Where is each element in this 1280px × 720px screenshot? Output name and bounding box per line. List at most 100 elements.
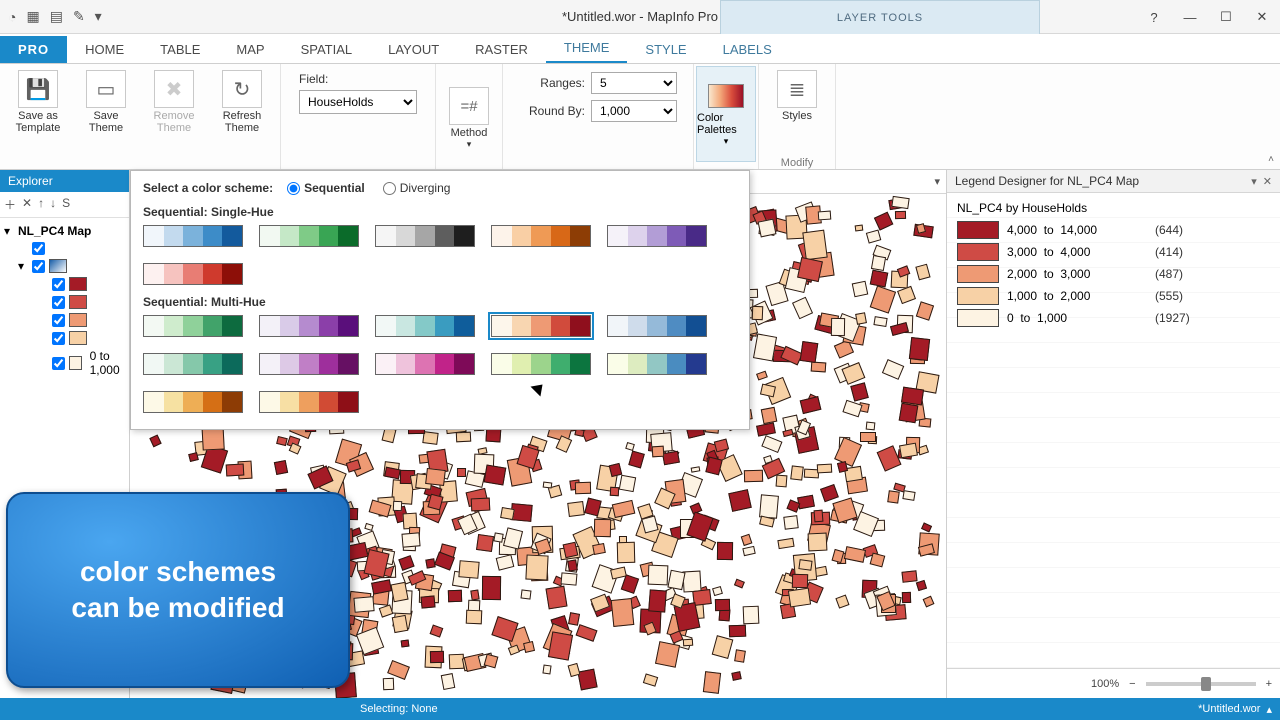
color-scheme-swatch[interactable] bbox=[607, 225, 707, 247]
up-icon[interactable]: ↑ bbox=[38, 196, 44, 213]
color-scheme-swatch[interactable] bbox=[259, 315, 359, 337]
legend-row[interactable]: 0 to 1,000 (1927) bbox=[957, 309, 1270, 327]
radio-diverging[interactable]: Diverging bbox=[383, 181, 451, 195]
close-icon[interactable]: ✕ bbox=[1244, 0, 1280, 34]
color-scheme-swatch[interactable] bbox=[607, 353, 707, 375]
color-scheme-swatch[interactable] bbox=[143, 263, 243, 285]
legend-subtitle: NL_PC4 by HouseHolds bbox=[957, 201, 1270, 215]
color-scheme-swatch[interactable] bbox=[259, 353, 359, 375]
explorer-title: Explorer bbox=[0, 170, 129, 192]
legend-row[interactable]: 2,000 to 3,000 (487) bbox=[957, 265, 1270, 283]
color-scheme-swatch[interactable] bbox=[143, 225, 243, 247]
roundby-label: Round By: bbox=[519, 104, 585, 118]
legend-swatch bbox=[957, 221, 999, 239]
color-scheme-swatch[interactable] bbox=[143, 353, 243, 375]
tree-class-node[interactable] bbox=[4, 275, 125, 293]
refresh-theme-button[interactable]: ↻Refresh Theme bbox=[212, 68, 272, 134]
status-menu-icon[interactable]: ▴ bbox=[1266, 703, 1272, 716]
qat-icon[interactable]: ▤ bbox=[50, 8, 63, 25]
tab-pro[interactable]: PRO bbox=[0, 36, 67, 63]
palette-preview-icon bbox=[708, 84, 744, 108]
color-scheme-swatch[interactable] bbox=[375, 225, 475, 247]
map-dropdown-icon[interactable]: ▾ bbox=[934, 175, 940, 188]
help-icon[interactable]: ? bbox=[1136, 0, 1172, 34]
layer-visibility-checkbox[interactable] bbox=[32, 260, 45, 273]
tab-table[interactable]: TABLE bbox=[142, 36, 218, 63]
tab-home[interactable]: HOME bbox=[67, 36, 142, 63]
status-doc: *Untitled.wor bbox=[1198, 703, 1260, 715]
legend-close-icon[interactable]: ✕ bbox=[1263, 175, 1272, 188]
zoom-slider[interactable] bbox=[1146, 682, 1256, 686]
legend-row[interactable]: 1,000 to 2,000 (555) bbox=[957, 287, 1270, 305]
tutorial-callout: color schemescan be modified bbox=[6, 492, 350, 688]
color-scheme-swatch[interactable] bbox=[491, 315, 591, 337]
tab-layout[interactable]: LAYOUT bbox=[370, 36, 457, 63]
legend-row[interactable]: 4,000 to 14,000 (644) bbox=[957, 221, 1270, 239]
tab-theme[interactable]: THEME bbox=[546, 34, 628, 63]
down-icon[interactable]: ↓ bbox=[50, 196, 56, 213]
tree-class-node[interactable]: 0 to 1,000 bbox=[4, 347, 125, 379]
legend-menu-icon[interactable]: ▾ bbox=[1251, 175, 1257, 188]
remove-icon[interactable]: ✕ bbox=[22, 196, 32, 213]
window-title: *Untitled.wor - MapInfo Pro bbox=[562, 9, 718, 24]
color-scheme-swatch[interactable] bbox=[491, 225, 591, 247]
tree-class-node[interactable] bbox=[4, 293, 125, 311]
color-scheme-popup: Select a color scheme: Sequential Diverg… bbox=[130, 170, 750, 430]
tree-layer-node[interactable] bbox=[4, 240, 125, 257]
legend-swatch bbox=[957, 265, 999, 283]
color-scheme-swatch[interactable] bbox=[375, 353, 475, 375]
legend-swatch bbox=[957, 309, 999, 327]
tree-theme-node[interactable]: ▾ bbox=[4, 257, 125, 275]
method-button[interactable]: =# Method ▾ bbox=[444, 85, 494, 150]
styles-button[interactable]: ≣Styles bbox=[767, 68, 827, 122]
tab-spatial[interactable]: SPATIAL bbox=[283, 36, 371, 63]
ribbon: 💾Save as Template ▭Save Theme ✖Remove Th… bbox=[0, 64, 1280, 170]
legend-row[interactable]: 3,000 to 4,000 (414) bbox=[957, 243, 1270, 261]
qat-icon[interactable]: ▦ bbox=[26, 8, 39, 25]
popup-prompt: Select a color scheme: bbox=[143, 181, 273, 195]
ranges-select[interactable]: 5 bbox=[591, 72, 677, 94]
maximize-icon[interactable]: ☐ bbox=[1208, 0, 1244, 34]
theme-icon bbox=[49, 259, 67, 273]
remove-theme-button: ✖Remove Theme bbox=[144, 68, 204, 134]
qat-more[interactable]: ▾ bbox=[95, 8, 102, 25]
color-scheme-swatch[interactable] bbox=[143, 315, 243, 337]
tree-map-node[interactable]: ▾NL_PC4 Map bbox=[4, 222, 125, 240]
add-icon[interactable]: ＋ bbox=[4, 196, 16, 213]
tab-raster[interactable]: RASTER bbox=[457, 36, 546, 63]
tab-style[interactable]: STYLE bbox=[627, 36, 704, 63]
collapse-ribbon-icon[interactable]: ˄ bbox=[1268, 154, 1274, 165]
legend-swatch bbox=[957, 243, 999, 261]
section-single-hue: Sequential: Single-Hue bbox=[143, 205, 737, 219]
layer-visibility-checkbox[interactable] bbox=[32, 242, 45, 255]
tree-class-node[interactable] bbox=[4, 329, 125, 347]
roundby-select[interactable]: 1,000 bbox=[591, 100, 677, 122]
save-as-template-button[interactable]: 💾Save as Template bbox=[8, 68, 68, 134]
color-scheme-swatch[interactable] bbox=[143, 391, 243, 413]
color-scheme-swatch[interactable] bbox=[259, 391, 359, 413]
field-label: Field: bbox=[299, 72, 417, 86]
tab-map[interactable]: MAP bbox=[218, 36, 282, 63]
save-theme-button[interactable]: ▭Save Theme bbox=[76, 68, 136, 134]
tree-class-node[interactable] bbox=[4, 311, 125, 329]
search-icon[interactable]: S bbox=[62, 196, 70, 213]
qat-icon[interactable]: ✎ bbox=[73, 8, 85, 25]
ribbon-tabs: PRO HOME TABLE MAP SPATIAL LAYOUT RASTER… bbox=[0, 34, 1280, 64]
field-select[interactable]: HouseHolds bbox=[299, 90, 417, 114]
ranges-label: Ranges: bbox=[519, 76, 585, 90]
minimize-icon[interactable]: — bbox=[1172, 0, 1208, 34]
group-label-modify: Modify bbox=[767, 157, 827, 169]
color-palettes-button[interactable]: Color Palettes ▾ bbox=[696, 66, 756, 162]
legend-title: Legend Designer for NL_PC4 Map bbox=[955, 174, 1139, 188]
color-scheme-swatch[interactable] bbox=[259, 225, 359, 247]
color-scheme-swatch[interactable] bbox=[375, 315, 475, 337]
zoom-out-icon[interactable]: − bbox=[1129, 678, 1135, 690]
zoom-in-icon[interactable]: + bbox=[1266, 678, 1272, 690]
color-scheme-swatch[interactable] bbox=[607, 315, 707, 337]
color-scheme-swatch[interactable] bbox=[491, 353, 591, 375]
tab-labels[interactable]: LABELS bbox=[705, 36, 790, 63]
statusbar: Selecting: None *Untitled.wor ▴ bbox=[0, 698, 1280, 720]
radio-sequential[interactable]: Sequential bbox=[287, 181, 365, 195]
status-selecting: Selecting: None bbox=[360, 703, 438, 715]
legend-swatch bbox=[957, 287, 999, 305]
